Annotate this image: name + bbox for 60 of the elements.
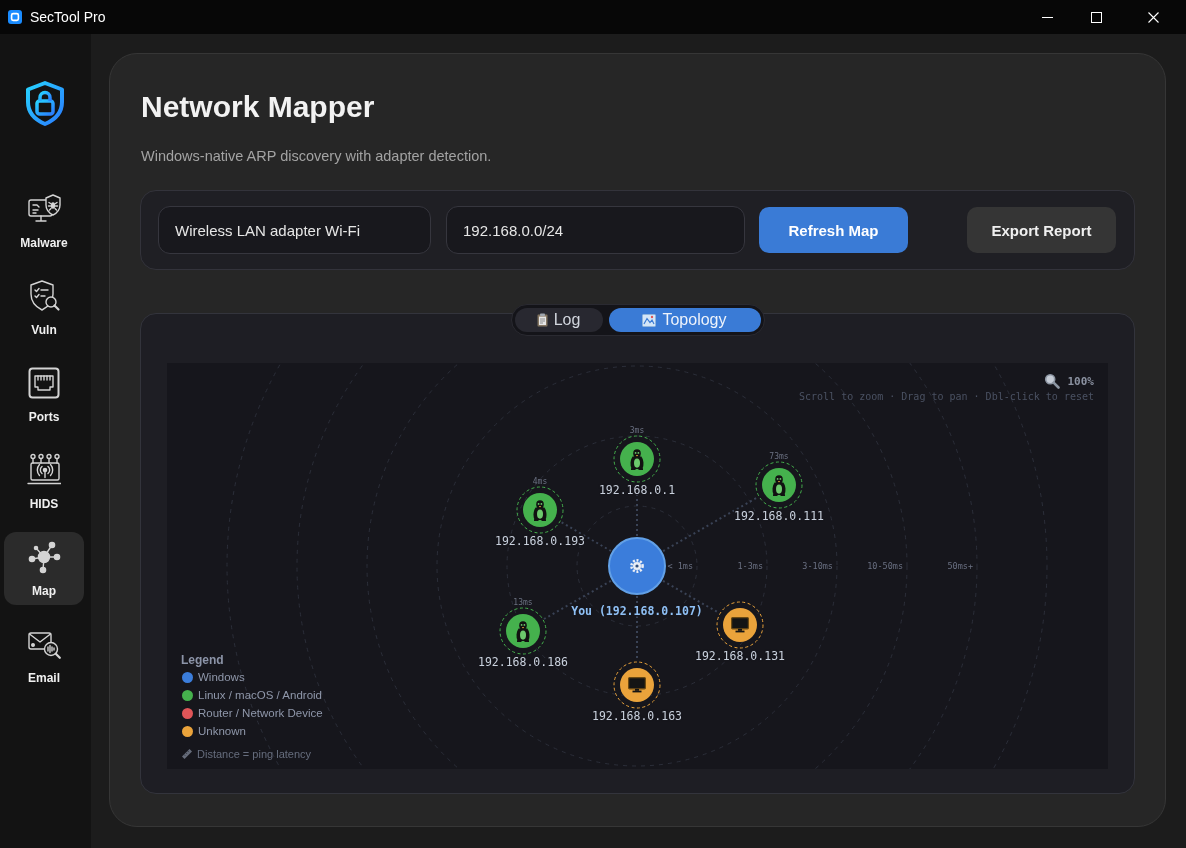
laptop-antenna-icon	[27, 453, 61, 487]
legend-label: Router / Network Device	[198, 707, 323, 719]
ip-label: 192.168.0.111	[734, 509, 824, 523]
latency-band-label: 10-50ms	[867, 561, 903, 571]
penguin-icon	[516, 621, 530, 642]
app-icon	[8, 10, 22, 24]
window-title: SecTool Pro	[30, 9, 106, 25]
landscape-icon	[642, 313, 657, 327]
shield-lock-icon	[23, 80, 67, 127]
ip-label: 192.168.0.193	[495, 534, 585, 548]
gear-icon	[630, 559, 644, 573]
latency-label: 73ms	[769, 451, 789, 461]
ip-label: 192.168.0.163	[592, 709, 682, 723]
refresh-button[interactable]: Refresh Map	[759, 207, 908, 253]
latency-label: 3ms	[629, 425, 645, 435]
penguin-icon	[630, 449, 644, 470]
legend-note: Distance = ping latency	[197, 748, 312, 760]
latency-label: 4ms	[532, 476, 548, 486]
penguin-icon	[772, 475, 786, 496]
subnet-field[interactable]: 192.168.0.0/24	[446, 206, 745, 254]
latency-band-label: < 1ms	[667, 561, 693, 571]
latency-band-label: 1-3ms	[737, 561, 763, 571]
ip-label: 192.168.0.1	[598, 483, 676, 497]
shield-magnifier-icon	[27, 279, 61, 313]
monitor-icon	[628, 677, 646, 693]
ip-label: 192.168.0.186	[478, 655, 568, 669]
latency-band-label: 3-10ms	[802, 561, 833, 571]
view-tab[interactable]: Log	[514, 308, 603, 332]
legend-label: Linux / macOS / Android	[198, 689, 322, 701]
canvas-hint: Scroll to zoom · Drag to pan · Dbl-click to reset	[799, 390, 1094, 404]
zoom-level: 100%	[1067, 374, 1094, 388]
export-button[interactable]: Export Report	[967, 207, 1116, 253]
view-tab[interactable]: Topology	[608, 308, 761, 332]
close-icon	[1148, 11, 1159, 23]
penguin-icon	[533, 500, 547, 521]
ethernet-port-icon	[27, 366, 61, 400]
legend-label: Windows	[198, 671, 245, 683]
latency-band-label: 50ms+	[947, 561, 973, 571]
sidebar-item[interactable]: Map	[4, 532, 84, 605]
page-subtitle: Windows-native ARP discovery with adapter detection.	[141, 147, 493, 166]
legend-label: Unknown	[198, 725, 246, 737]
sidebar-item[interactable]: Email	[4, 619, 84, 692]
page-title: Network Mapper	[141, 89, 376, 125]
clipboard-icon	[536, 313, 548, 327]
magnifier-icon	[1043, 373, 1060, 389]
ip-label: 192.168.0.131	[695, 649, 785, 663]
ruler-icon	[181, 748, 193, 760]
network-icon	[27, 540, 61, 574]
topology-canvas[interactable]	[167, 363, 1108, 769]
sidebar-item[interactable]: HIDS	[4, 445, 84, 518]
sidebar-item[interactable]: Vuln	[4, 271, 84, 344]
host-label: You (192.168.0.107)	[571, 604, 703, 618]
adapter-field[interactable]: Wireless LAN adapter Wi-Fi	[158, 206, 431, 254]
sidebar-item[interactable]: Ports	[4, 358, 84, 431]
legend-title: Legend	[181, 652, 225, 668]
sidebar-item[interactable]: Malware	[4, 184, 84, 257]
monitor-icon	[731, 617, 749, 633]
maximize-icon	[1090, 11, 1102, 23]
minimize-icon	[1041, 16, 1053, 18]
latency-label: 13ms	[513, 597, 533, 607]
